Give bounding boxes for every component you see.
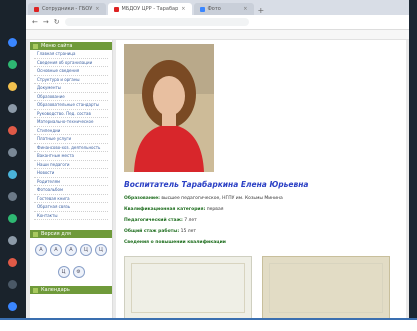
tab-bar: Сотрудники - ГБОУ × МБДОУ ЦРР - Тарабар … [26,0,409,15]
sidebar-item[interactable]: Гостевая книга [34,195,108,203]
close-icon[interactable]: × [243,6,247,12]
sidebar-item[interactable]: Сведения об организации [34,59,108,67]
font-size-button[interactable]: А [65,244,77,256]
close-icon[interactable]: × [181,6,185,12]
address-bar: ← → ↻ [26,15,409,30]
version-header: Версия для [30,230,112,238]
info-line: Квалификационная категория: первая [124,207,224,212]
bookmarks-bar [26,30,409,40]
color-scheme-button[interactable]: Ц [57,265,70,278]
forward-icon[interactable]: → [43,18,49,26]
certificate-image[interactable] [262,256,390,318]
header-bullet-icon [33,43,38,49]
app-icon[interactable] [8,126,17,135]
app-icon[interactable] [8,280,17,289]
app-icon[interactable] [8,148,17,157]
sidebar-item[interactable]: Родителям [34,178,108,186]
sidebar-item[interactable]: Фотоальбом [34,186,108,195]
browser-tab[interactable]: Фото × [193,3,254,15]
sidebar-item[interactable]: Финансово-хоз. деятельность [34,144,108,152]
info-line: Педагогический стаж: 7 лет [124,218,197,223]
sidebar-item[interactable]: Документы [34,84,108,93]
reload-icon[interactable]: ↻ [54,18,60,26]
settings-icon[interactable]: ⚙ [72,265,85,278]
desktop-taskbar [0,0,26,331]
sidebar-item[interactable]: Материально-техническое [34,118,108,127]
vision-controls: А А А Ц Ц Ц ⚙ [30,238,112,284]
app-icon[interactable] [8,214,17,223]
page-title: Воспитатель Тарабаркина Елена Юрьевна [124,180,309,189]
sidebar-item[interactable]: Структура и органы [34,76,108,84]
browser-tab-active[interactable]: МБДОУ ЦРР - Тарабар × [107,3,192,15]
main-content: Воспитатель Тарабаркина Елена Юрьевна Об… [116,40,406,318]
menu-header: Меню сайта [30,42,112,50]
app-icon[interactable] [8,258,17,267]
sidebar: Меню сайта Главная страница Сведения об … [30,40,113,318]
url-input[interactable] [64,18,249,26]
info-line: Образование: высшее педагогическое, НГПУ… [124,196,283,201]
tab-label: Фото [207,6,221,12]
info-line: Сведения о повышении квалификации [124,240,226,245]
app-icon[interactable] [8,104,17,113]
font-size-button[interactable]: А [35,244,47,256]
sidebar-item[interactable]: Вакантные места [34,152,108,161]
overlay-panel [0,318,417,331]
sidebar-item[interactable]: Образование [34,93,108,101]
new-tab-icon[interactable]: + [258,6,265,15]
sidebar-item[interactable]: Контакты [34,212,108,220]
screen: Сотрудники - ГБОУ × МБДОУ ЦРР - Тарабар … [0,0,417,331]
favicon-icon [113,6,119,12]
color-scheme-button[interactable]: Ц [80,244,92,256]
close-icon[interactable]: × [95,6,99,12]
calendar-header: Календарь [30,286,112,294]
info-line: Общий стаж работы: 15 лет [124,229,197,234]
app-icon[interactable] [8,60,17,69]
app-icon[interactable] [8,192,17,201]
website: Меню сайта Главная страница Сведения об … [26,40,409,318]
sidebar-item[interactable]: Главная страница [34,50,108,59]
certificate-image[interactable] [124,256,252,318]
tab-label: Сотрудники - ГБОУ [42,6,93,12]
browser-window: Сотрудники - ГБОУ × МБДОУ ЦРР - Тарабар … [26,0,409,318]
sidebar-item[interactable]: Руководство. Пед. состав [34,110,108,118]
sidebar-item[interactable]: Наши педагоги [34,161,108,169]
sidebar-item[interactable]: Платные услуги [34,135,108,144]
color-scheme-button[interactable]: Ц [95,244,107,256]
sidebar-item[interactable]: Образовательные стандарты [34,101,108,110]
back-icon[interactable]: ← [32,18,38,26]
tab-label: МБДОУ ЦРР - Тарабар [121,6,179,12]
sidebar-item[interactable]: Новости [34,169,108,178]
app-icon[interactable] [8,236,17,245]
favicon-icon [34,6,39,12]
teacher-photo [124,44,214,172]
header-bullet-icon [33,287,38,293]
app-icon[interactable] [8,38,17,47]
app-icon[interactable] [8,82,17,91]
browser-tab[interactable]: Сотрудники - ГБОУ × [28,3,106,15]
sidebar-item[interactable]: Стипендии [34,127,108,135]
favicon-icon [199,6,205,12]
sidebar-menu: Главная страница Сведения об организации… [30,50,112,220]
header-bullet-icon [33,231,38,237]
portrait-image [124,44,214,172]
app-icon[interactable] [8,302,17,311]
app-icon[interactable] [8,170,17,179]
sidebar-item[interactable]: Основные сведения [34,67,108,76]
font-size-button[interactable]: А [50,244,62,256]
sidebar-item[interactable]: Обратная связь [34,203,108,212]
